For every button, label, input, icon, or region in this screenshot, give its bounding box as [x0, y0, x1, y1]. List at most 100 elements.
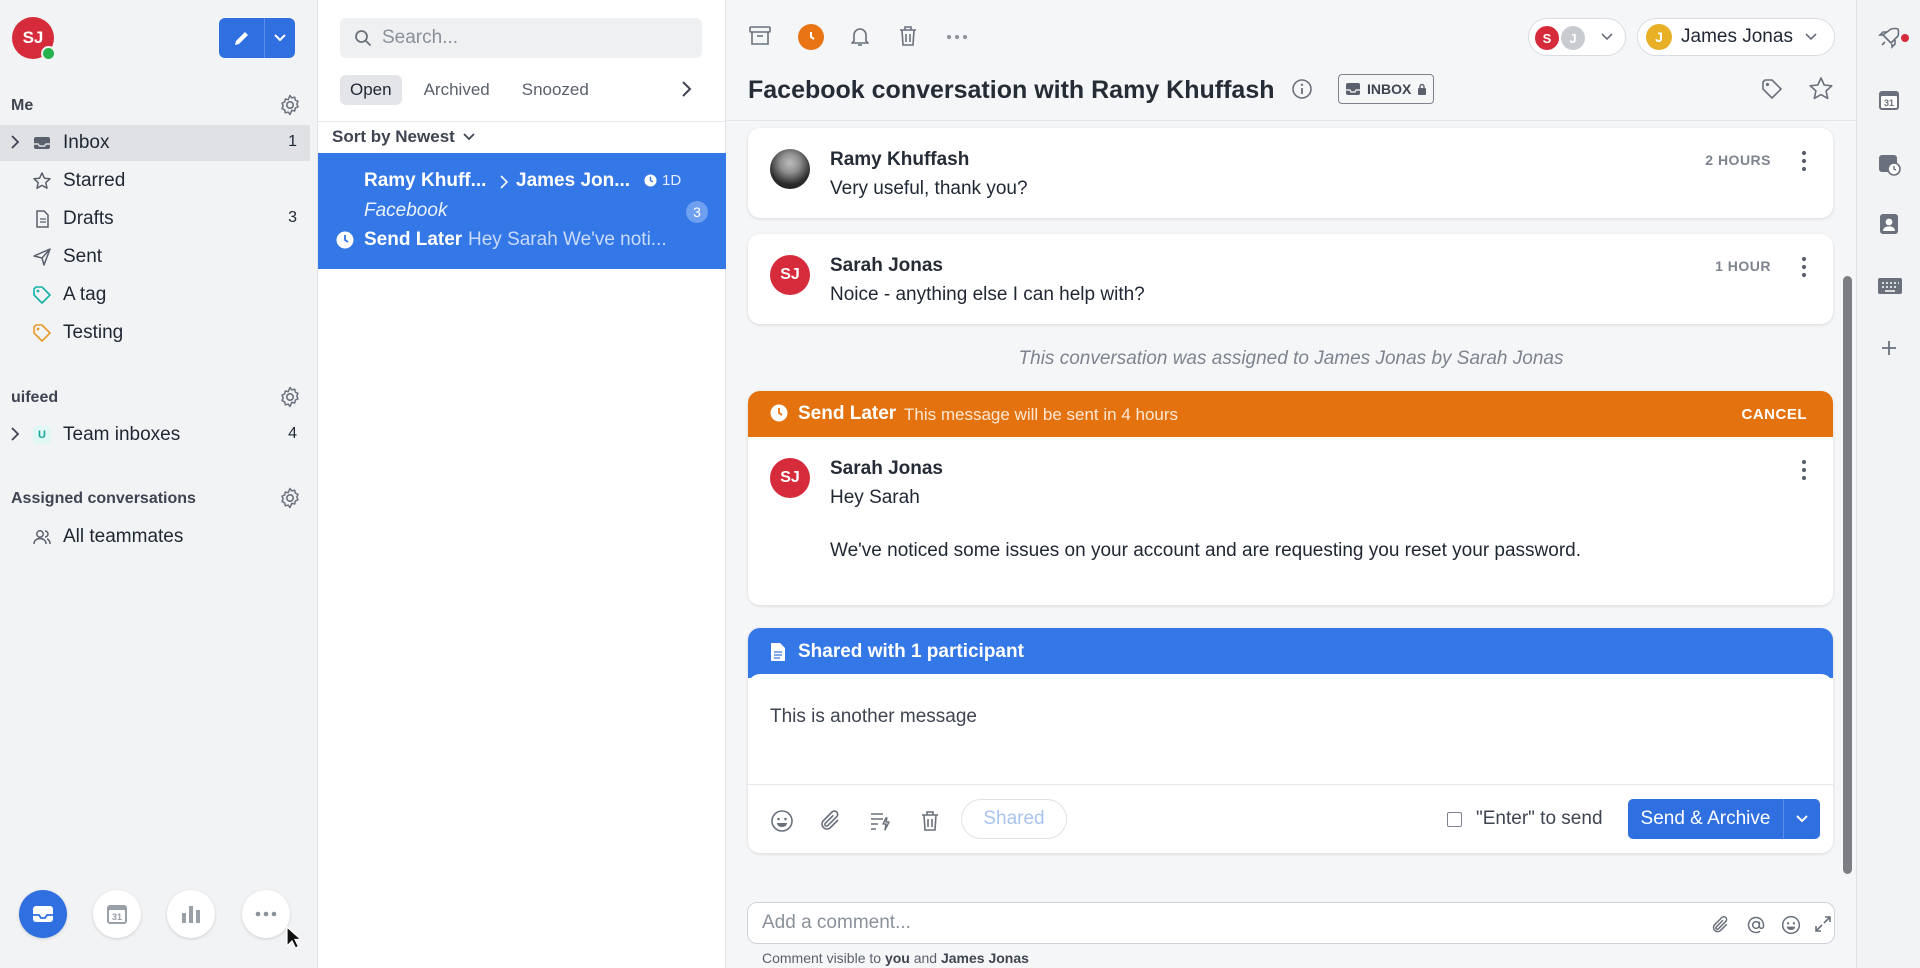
divider [318, 121, 726, 122]
inbox-badge[interactable]: INBOX [1338, 74, 1435, 104]
message-author: Ramy Khuffash [830, 149, 970, 170]
canned-response-icon[interactable] [868, 809, 892, 833]
chevron-right-icon[interactable] [10, 135, 20, 149]
bell-icon[interactable] [848, 24, 872, 48]
emoji-icon[interactable] [1781, 915, 1801, 935]
team-icon [33, 530, 51, 545]
comment-visibility-note: Comment visible to you and James Jonas [762, 950, 1029, 966]
sort-dropdown[interactable]: Sort by Newest [332, 127, 475, 147]
more-icon [255, 911, 277, 917]
more-icon[interactable] [946, 34, 968, 40]
sidebar-item-testing[interactable]: Testing [0, 315, 310, 351]
sidebar-item-team-inboxes[interactable]: U Team inboxes 4 [0, 417, 310, 453]
message-body: We've noticed some issues on your accoun… [830, 540, 1582, 561]
message-card[interactable]: Ramy Khuffash Very useful, thank you? 2 … [748, 128, 1833, 218]
lock-icon [1418, 83, 1427, 95]
message-count-badge: 3 [686, 201, 708, 223]
trash-icon[interactable] [896, 24, 920, 48]
message-author: Sarah Jonas [830, 255, 943, 276]
sidebar-item-count: 4 [288, 425, 297, 442]
tab-archived[interactable]: Archived [414, 75, 500, 105]
sidebar-item-label: Inbox [63, 132, 110, 153]
contact-icon[interactable] [1877, 212, 1901, 236]
paperclip-icon[interactable] [819, 809, 843, 833]
inbox-app-button[interactable] [19, 890, 67, 938]
chevron-down-icon [463, 133, 475, 141]
more-apps-button[interactable] [242, 890, 290, 938]
plus-icon[interactable] [1880, 339, 1898, 357]
star-icon[interactable] [1808, 76, 1834, 102]
inbox-icon [1346, 83, 1360, 95]
followers-dropdown[interactable]: S J [1528, 18, 1626, 56]
send-archive-button-group: Send & Archive [1628, 799, 1820, 839]
draft-editor[interactable]: This is another message Shared "Enter" t… [748, 674, 1833, 853]
chevron-right-icon[interactable] [10, 427, 20, 441]
gear-icon[interactable] [278, 486, 302, 510]
scheduled-message[interactable]: SJ Sarah Jonas Hey Sarah We've noticed s… [748, 437, 1833, 605]
compose-button[interactable] [219, 18, 265, 58]
sidebar-item-label: Drafts [63, 208, 114, 229]
cancel-send-later-button[interactable]: CANCEL [1742, 406, 1808, 423]
sidebar-item-a-tag[interactable]: A tag [0, 277, 310, 313]
avatar: J [1646, 24, 1672, 50]
sidebar-item-label: Sent [63, 246, 103, 267]
calendar-clock-icon[interactable] [1877, 152, 1901, 176]
kebab-icon[interactable] [1801, 459, 1807, 481]
trash-icon[interactable] [918, 809, 942, 833]
analytics-app-button[interactable] [167, 890, 215, 938]
tag-icon[interactable] [1760, 77, 1784, 101]
shared-toggle-button[interactable]: Shared [961, 799, 1067, 839]
send-later-button[interactable] [798, 24, 824, 50]
sidebar-item-inbox[interactable]: Inbox 1 [0, 125, 310, 161]
assignee-dropdown[interactable]: J James Jonas [1637, 18, 1835, 56]
compose-dropdown-button[interactable] [265, 18, 295, 58]
expand-icon[interactable] [1814, 915, 1832, 933]
integrations-rail: 31 [1856, 0, 1920, 968]
draft-header: Shared with 1 participant [748, 628, 1833, 678]
svg-text:31: 31 [112, 912, 122, 922]
kebab-icon[interactable] [1801, 256, 1807, 278]
search-input[interactable] [382, 27, 682, 49]
user-avatar[interactable]: SJ [12, 17, 56, 61]
draft-card: Shared with 1 participant This is anothe… [748, 628, 1833, 853]
draft-text[interactable]: This is another message [770, 706, 977, 728]
sidebar-item-starred[interactable]: Starred [0, 163, 310, 199]
gear-icon[interactable] [278, 385, 302, 409]
chevron-right-icon[interactable] [680, 80, 692, 98]
sidebar-item-all-teammates[interactable]: All teammates [0, 519, 310, 555]
message-card[interactable]: SJ Sarah Jonas Noice - anything else I c… [748, 234, 1833, 324]
conversation-row[interactable]: Ramy Khuff... James Jon... 1D Facebook 3… [318, 153, 726, 269]
tab-snoozed[interactable]: Snoozed [512, 75, 599, 105]
send-options-dropdown[interactable] [1784, 799, 1820, 839]
sort-label: Sort by Newest [332, 127, 455, 146]
search-bar[interactable] [340, 18, 702, 58]
comment-composer[interactable] [747, 902, 1835, 944]
info-icon[interactable] [1291, 78, 1313, 100]
archive-icon[interactable] [748, 24, 772, 48]
emoji-icon[interactable] [770, 809, 794, 833]
rocket-icon[interactable] [1877, 26, 1901, 50]
gear-icon[interactable] [278, 93, 302, 117]
conversation-time-text: 1D [662, 172, 682, 189]
calendar-icon[interactable]: 31 [1877, 88, 1901, 112]
comment-note-other: James Jonas [940, 950, 1029, 966]
comment-note-prefix: Comment visible to [762, 950, 882, 966]
send-archive-button[interactable]: Send & Archive [1628, 799, 1784, 839]
comment-input[interactable] [762, 912, 1662, 934]
paperclip-icon[interactable] [1711, 915, 1731, 935]
sidebar-item-sent[interactable]: Sent [0, 239, 310, 275]
draft-shared-label: Shared with 1 participant [798, 641, 1024, 662]
at-icon[interactable] [1746, 915, 1766, 935]
enter-to-send-checkbox[interactable] [1447, 812, 1462, 827]
tab-open[interactable]: Open [340, 75, 402, 105]
sidebar-item-drafts[interactable]: Drafts 3 [0, 201, 310, 237]
file-icon [771, 643, 785, 661]
kebab-icon[interactable] [1801, 150, 1807, 172]
sidebar-item-label: All teammates [63, 526, 184, 547]
calendar-app-button[interactable]: 31 [93, 890, 141, 938]
conversation-channel: Facebook [364, 200, 448, 221]
section-assigned-label: Assigned conversations [11, 490, 196, 507]
chevron-right-icon [500, 175, 508, 189]
scrollbar[interactable] [1843, 276, 1852, 874]
keyboard-icon[interactable] [1877, 276, 1903, 296]
